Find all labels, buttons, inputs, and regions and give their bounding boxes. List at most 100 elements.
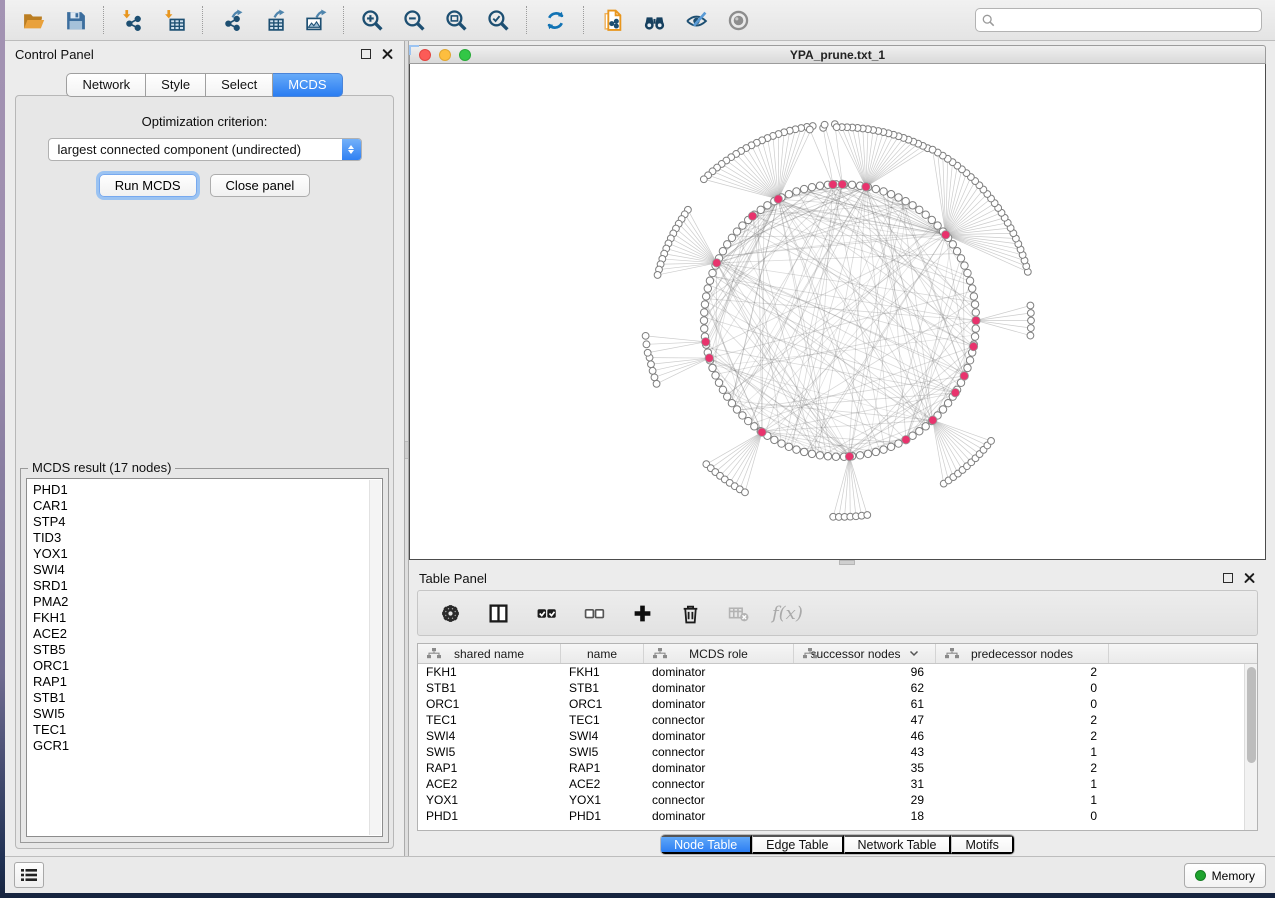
table-row[interactable]: FKH1FKH1dominator962 — [418, 664, 1244, 680]
delete-table-icon — [728, 603, 749, 624]
table-cell: 43 — [794, 745, 936, 759]
table-cell: 31 — [794, 777, 936, 791]
table-cell: RAP1 — [418, 761, 561, 775]
refresh-view-button[interactable] — [538, 5, 572, 35]
import-network-button[interactable] — [115, 5, 149, 35]
tab-network-table[interactable]: Network Table — [844, 835, 952, 854]
column-header-MCDS-role[interactable]: MCDS role — [644, 644, 794, 663]
zoom-in-button[interactable] — [355, 5, 389, 35]
mcds-result-list[interactable]: PHD1CAR1STP4TID3YOX1SWI4SRD1PMA2FKH1ACE2… — [26, 478, 383, 837]
table-row[interactable]: RAP1RAP1dominator352 — [418, 760, 1244, 776]
table-cell: 2 — [936, 729, 1109, 743]
zoom-fit-button[interactable] — [439, 5, 473, 35]
table-row[interactable]: SWI4SWI4dominator462 — [418, 728, 1244, 744]
network-graph[interactable] — [410, 64, 1265, 559]
result-node-item[interactable]: CAR1 — [33, 498, 382, 514]
result-node-item[interactable]: ORC1 — [33, 658, 382, 674]
result-node-item[interactable]: ACE2 — [33, 626, 382, 642]
result-node-item[interactable]: RAP1 — [33, 674, 382, 690]
table-cell: 47 — [794, 713, 936, 727]
close-panel-button[interactable]: Close panel — [210, 174, 311, 197]
column-header-successor-nodes[interactable]: successor nodes — [794, 644, 936, 663]
hide-graphics-details-button[interactable] — [679, 5, 713, 35]
tab-edge-table[interactable]: Edge Table — [752, 835, 843, 854]
table-row[interactable]: ACE2ACE2connector311 — [418, 776, 1244, 792]
table-cell: SWI5 — [418, 745, 561, 759]
zoom-selected-button[interactable] — [481, 5, 515, 35]
network-view-window: YPA_prune.txt_1 — [409, 45, 1266, 560]
result-node-item[interactable]: SWI4 — [33, 562, 382, 578]
open-file-button[interactable] — [16, 5, 50, 35]
table-row[interactable]: PHD1PHD1dominator180 — [418, 808, 1244, 824]
tab-network[interactable]: Network — [66, 73, 146, 97]
main-toolbar — [5, 0, 1275, 41]
import-table-button[interactable] — [157, 5, 191, 35]
column-header-predecessor-nodes[interactable]: predecessor nodes — [936, 644, 1109, 663]
deselect-all-button[interactable] — [580, 598, 608, 628]
table-row[interactable]: TEC1TEC1connector472 — [418, 712, 1244, 728]
result-node-item[interactable]: SWI5 — [33, 706, 382, 722]
zoom-out-button[interactable] — [397, 5, 431, 35]
table-panel-title: Table Panel — [419, 571, 487, 586]
result-node-item[interactable]: TEC1 — [33, 722, 382, 738]
result-node-item[interactable]: PHD1 — [33, 482, 382, 498]
show-columns-button[interactable] — [484, 598, 512, 628]
tab-node-table[interactable]: Node Table — [661, 835, 752, 854]
optimization-criterion-select[interactable]: largest connected component (undirected) — [48, 138, 362, 161]
export-network-button[interactable] — [214, 5, 248, 35]
float-panel-icon[interactable] — [361, 49, 371, 59]
tab-select[interactable]: Select — [206, 73, 273, 97]
table-header-row: shared namenameMCDS rolesuccessor nodesp… — [418, 644, 1257, 664]
console-button[interactable] — [14, 862, 44, 888]
table-panel-header: Table Panel — [409, 565, 1266, 591]
export-table-button[interactable] — [256, 5, 290, 35]
hide-graphics-details-icon — [685, 9, 708, 32]
export-network-file-button[interactable] — [595, 5, 629, 35]
table-row[interactable]: STB1STB1dominator620 — [418, 680, 1244, 696]
column-header-shared-name[interactable]: shared name — [418, 644, 561, 663]
result-node-item[interactable]: PMA2 — [33, 594, 382, 610]
tab-style[interactable]: Style — [146, 73, 206, 97]
add-column-button[interactable] — [628, 598, 656, 628]
column-header-name[interactable]: name — [561, 644, 644, 663]
save-session-button[interactable] — [58, 5, 92, 35]
result-node-item[interactable]: STB5 — [33, 642, 382, 658]
table-cell: 35 — [794, 761, 936, 775]
memory-button[interactable]: Memory — [1184, 863, 1266, 888]
result-node-item[interactable]: GCR1 — [33, 738, 382, 754]
delete-column-button[interactable] — [676, 598, 704, 628]
result-node-item[interactable]: FKH1 — [33, 610, 382, 626]
table-cell: ACE2 — [561, 777, 644, 791]
search-all-button[interactable] — [637, 5, 671, 35]
table-row[interactable]: YOX1YOX1connector291 — [418, 792, 1244, 808]
close-table-panel-icon[interactable] — [1244, 572, 1256, 584]
show-graphics-details-icon — [727, 9, 750, 32]
show-graphics-details-button[interactable] — [721, 5, 755, 35]
result-node-item[interactable]: SRD1 — [33, 578, 382, 594]
run-mcds-button[interactable]: Run MCDS — [99, 174, 197, 197]
network-canvas[interactable] — [409, 64, 1266, 560]
export-image-button[interactable] — [298, 5, 332, 35]
result-node-item[interactable]: STB1 — [33, 690, 382, 706]
table-cell: YOX1 — [418, 793, 561, 807]
tab-motifs[interactable]: Motifs — [951, 835, 1013, 854]
table-row[interactable]: ORC1ORC1dominator610 — [418, 696, 1244, 712]
result-list-scrollbar[interactable] — [369, 480, 381, 835]
close-panel-icon[interactable] — [382, 48, 394, 60]
table-cell: 0 — [936, 697, 1109, 711]
search-all-icon — [643, 9, 666, 32]
table-scrollbar[interactable] — [1244, 664, 1257, 830]
settings-gear-button[interactable] — [436, 598, 464, 628]
result-node-item[interactable]: TID3 — [33, 530, 382, 546]
select-all-button[interactable] — [532, 598, 560, 628]
save-session-icon — [64, 9, 87, 32]
result-node-item[interactable]: YOX1 — [33, 546, 382, 562]
table-row[interactable]: SWI5SWI5connector431 — [418, 744, 1244, 760]
float-table-panel-icon[interactable] — [1223, 573, 1233, 583]
table-cell: connector — [644, 793, 794, 807]
search-box[interactable] — [975, 8, 1262, 32]
table-scrollbar-thumb[interactable] — [1247, 667, 1256, 763]
tab-mcds[interactable]: MCDS — [273, 73, 342, 97]
search-input[interactable] — [1000, 13, 1255, 27]
result-node-item[interactable]: STP4 — [33, 514, 382, 530]
